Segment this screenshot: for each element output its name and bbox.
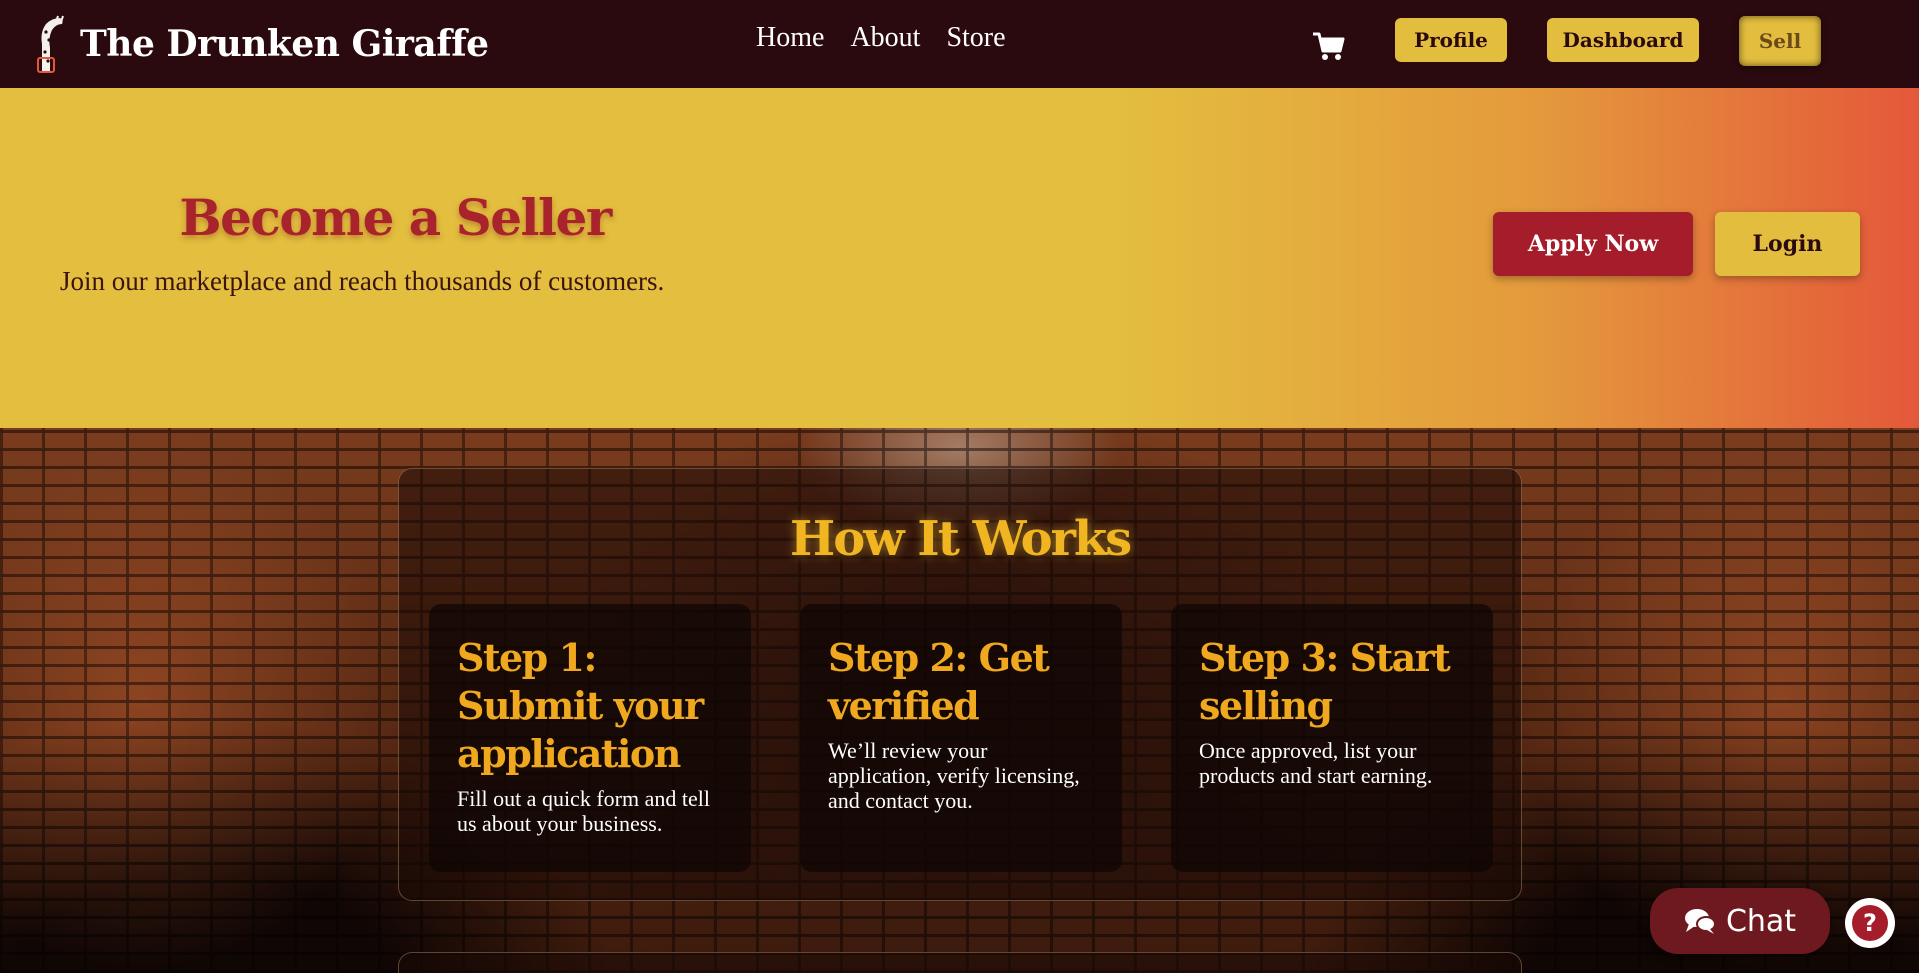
question-icon: ? <box>1852 905 1888 941</box>
giraffe-logo-icon <box>37 15 64 73</box>
nav-link-home[interactable]: Home <box>756 22 824 54</box>
hero-banner: Become a Seller Join our marketplace and… <box>0 88 1919 428</box>
step-title: Step 1: Submit your application <box>457 635 704 776</box>
login-button[interactable]: Login <box>1715 212 1860 276</box>
step-card: Step 2: Get verified We’ll review your a… <box>800 604 1122 872</box>
how-it-works-title: How It Works <box>789 511 1132 567</box>
step-description: Once approved, list your products and st… <box>1199 738 1433 788</box>
chat-button[interactable]: Chat <box>1650 888 1830 954</box>
how-it-works-panel: How It Works Step 1: Submit your applica… <box>398 468 1522 901</box>
step-description: We’ll review your application, verify li… <box>828 738 1080 813</box>
profile-button[interactable]: Profile <box>1395 18 1507 62</box>
step-card: Step 1: Submit your application Fill out… <box>429 604 751 872</box>
step-card: Step 3: Start selling Once approved, lis… <box>1171 604 1493 872</box>
shopping-cart-icon[interactable] <box>1311 29 1345 63</box>
main-nav: Home About Store <box>756 22 1006 54</box>
step-title: Step 2: Get verified <box>828 635 1050 728</box>
sell-button[interactable]: Sell <box>1739 16 1821 66</box>
chat-bubbles-icon <box>1684 909 1716 934</box>
navbar: The Drunken Giraffe Home About Store Pro… <box>0 0 1919 88</box>
brand-name: The Drunken Giraffe <box>80 23 489 65</box>
apply-now-button[interactable]: Apply Now <box>1493 212 1693 276</box>
dashboard-button[interactable]: Dashboard <box>1547 18 1699 62</box>
hero-subtitle: Join our marketplace and reach thousands… <box>60 266 665 296</box>
nav-link-about[interactable]: About <box>850 22 920 54</box>
step-description: Fill out a quick form and tell us about … <box>457 786 710 836</box>
step-title: Step 3: Start selling <box>1199 635 1451 728</box>
next-section-panel <box>398 952 1522 973</box>
hero-title: Become a Seller <box>179 188 612 247</box>
help-button[interactable]: ? <box>1845 898 1895 948</box>
brand[interactable]: The Drunken Giraffe <box>28 10 489 78</box>
nav-link-store[interactable]: Store <box>946 22 1005 54</box>
chat-label: Chat <box>1725 903 1797 939</box>
